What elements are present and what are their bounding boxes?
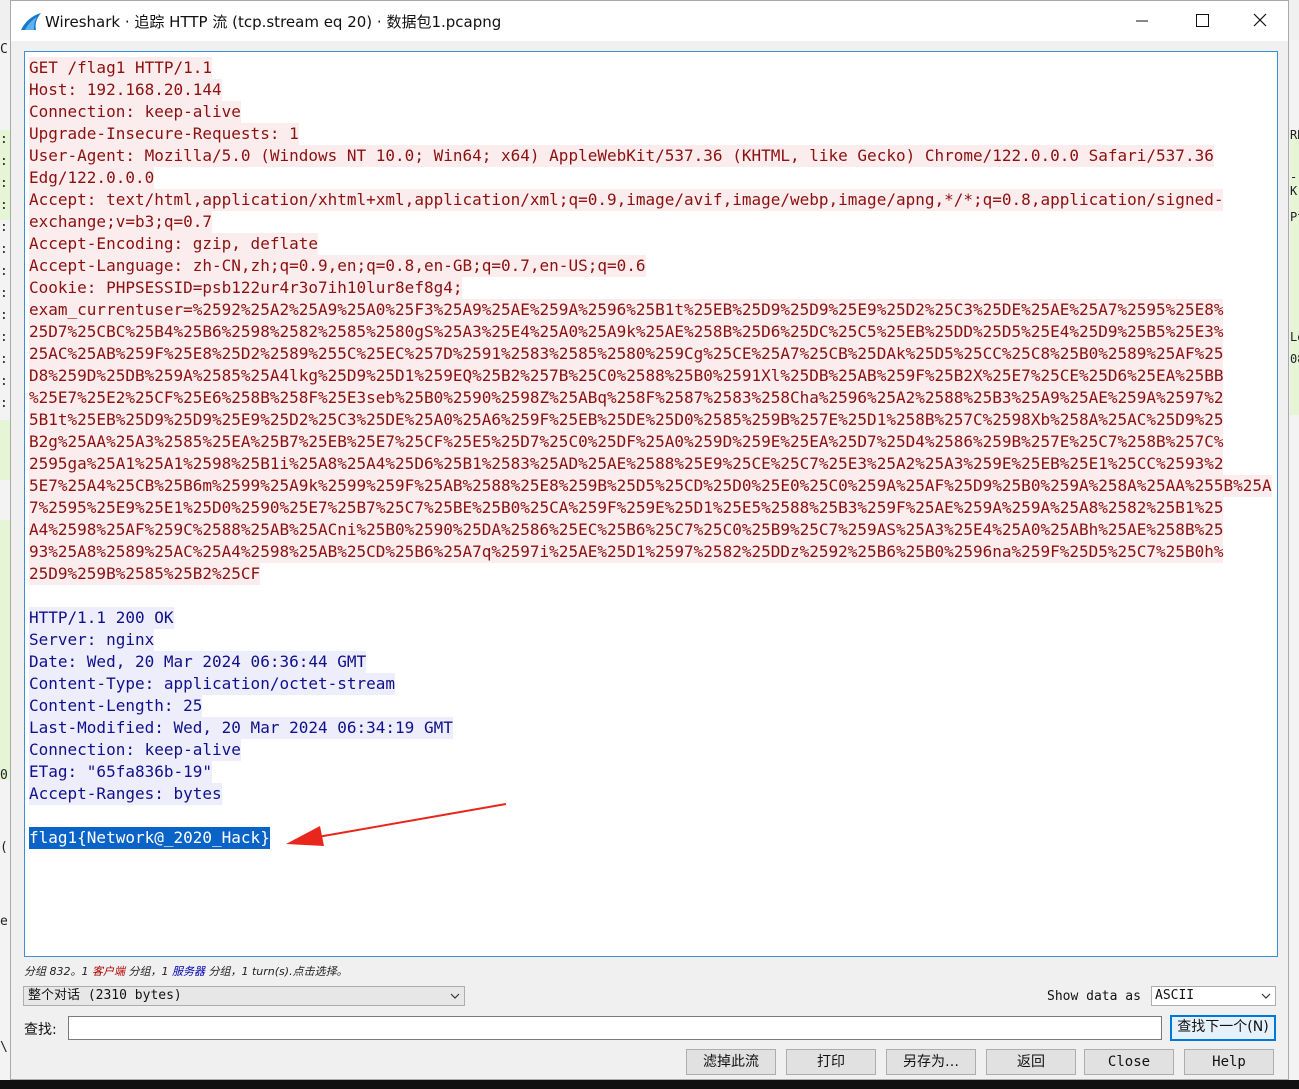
red-arrow-annotation — [286, 803, 507, 846]
background-text-fragment: C — [0, 42, 8, 57]
maximize-icon[interactable] — [1177, 1, 1227, 41]
background-text-fragment: : — [0, 330, 8, 345]
wireshark-fin-icon — [21, 13, 41, 30]
background-text-fragment: e — [0, 914, 8, 929]
client-request-line: Accept-Encoding: gzip, deflate — [29, 233, 318, 255]
background-text-fragment: -K — [1290, 170, 1298, 198]
server-response-line: Accept-Ranges: bytes — [29, 783, 222, 805]
background-window-right: RN -K Pt Le 08 — [1290, 40, 1299, 1089]
background-text-fragment: \ — [0, 1040, 8, 1055]
client-request-line: GET /flag1 HTTP/1.1 — [29, 57, 213, 79]
background-text-fragment: : — [0, 396, 8, 411]
back-button[interactable]: 返回 — [986, 1049, 1076, 1075]
window-title: Wireshark · 追踪 HTTP 流 (tcp.stream eq 20)… — [45, 13, 502, 31]
client-request-line: 2595ga%25A1%25A1%2598%25B1i%25A8%25A4%25… — [29, 453, 1224, 475]
client-request-line: 5E7%25A4%25CB%25B6m%2599%25A9k%2599%259F… — [29, 475, 1272, 497]
server-response-line: Content-Type: application/octet-stream — [29, 673, 396, 695]
background-text-fragment: : — [0, 352, 8, 367]
server-response-line: ETag: "65fa836b-19" — [29, 761, 213, 783]
taskbar-edge — [0, 1080, 1299, 1089]
background-text-fragment: 08 — [1290, 352, 1299, 366]
background-row-highlight — [0, 420, 10, 480]
client-request-line: Accept: text/html,application/xhtml+xml,… — [29, 189, 1224, 211]
close-icon[interactable] — [1235, 1, 1285, 41]
client-request-line: Accept-Language: zh-CN,zh;q=0.9,en;q=0.8… — [29, 255, 646, 277]
client-request-line: D8%259D%25DB%259A%2585%25A4lkg%25D9%25D1… — [29, 365, 1224, 387]
stats-server-word: 服务器 — [172, 965, 205, 978]
follow-stream-dialog: Wireshark · 追踪 HTTP 流 (tcp.stream eq 20)… — [10, 0, 1289, 1080]
stats-part: 分组，1 — [125, 965, 172, 978]
client-request-line: Cookie: PHPSESSID=psb122ur4r3o7ih10lur8e… — [29, 277, 463, 299]
filter-out-stream-button[interactable]: 滤掉此流 — [686, 1049, 776, 1075]
find-next-button[interactable]: 查找下一个(N) — [1170, 1015, 1276, 1041]
print-button[interactable]: 打印 — [786, 1049, 876, 1075]
client-request-line: exam_currentuser=%2592%25A2%25A9%25A0%25… — [29, 299, 1224, 321]
client-request-line: Upgrade-Insecure-Requests: 1 — [29, 123, 299, 145]
conversation-select-value: 整个对话 (2310 bytes) — [28, 988, 182, 1003]
client-request-line: Connection: keep-alive — [29, 101, 241, 123]
stats-part: 分组 832。1 — [24, 965, 92, 978]
background-text-fragment: 0 — [0, 768, 8, 783]
background-text-fragment: : — [0, 220, 8, 235]
client-request-line: B2g%25AA%25A3%2585%25EA%25B7%25EB%25E7%2… — [29, 431, 1224, 453]
help-button[interactable]: Help — [1184, 1049, 1274, 1075]
show-data-as-value: ASCII — [1155, 988, 1195, 1003]
background-row-highlight — [0, 520, 10, 780]
background-text-fragment: Pt — [1290, 210, 1299, 224]
background-text-fragment: Le — [1290, 330, 1299, 344]
server-response-line: Server: nginx — [29, 629, 155, 651]
background-text-fragment: : — [0, 286, 8, 301]
stats-part: 分组，1 turn(s).点击选择。 — [205, 965, 348, 978]
background-text-fragment: : — [0, 264, 8, 279]
background-text-fragment: RN — [1290, 128, 1299, 142]
conversation-select[interactable]: 整个对话 (2310 bytes) — [23, 986, 465, 1006]
server-response-line: Last-Modified: Wed, 20 Mar 2024 06:34:19… — [29, 717, 453, 739]
server-response-line: Content-Length: 25 — [29, 695, 203, 717]
show-data-as-label: Show data as — [1047, 989, 1141, 1004]
find-label: 查找: — [24, 1022, 57, 1038]
client-request-line: Edg/122.0.0.0 — [29, 167, 155, 189]
background-text-fragment: : — [0, 374, 8, 389]
client-request-line: exchange;v=b3;q=0.7 — [29, 211, 213, 233]
background-text-fragment: : — [0, 242, 8, 257]
save-as-button[interactable]: 另存为… — [886, 1049, 976, 1075]
server-response-line: Date: Wed, 20 Mar 2024 06:36:44 GMT — [29, 651, 367, 673]
flag-body-line: flag1{Network@_2020_Hack} — [29, 827, 270, 849]
client-request-line: 93%25A8%2589%25AC%25A4%2598%25AB%25CD%25… — [29, 541, 1224, 563]
find-input[interactable] — [68, 1016, 1162, 1040]
background-text-fragment: ( — [0, 840, 8, 855]
chevron-down-icon — [1261, 993, 1271, 999]
stats-client-word: 客户端 — [92, 965, 125, 978]
show-data-as-select[interactable]: ASCII — [1151, 986, 1276, 1006]
background-text-fragment: : — [0, 154, 8, 169]
client-request-line: User-Agent: Mozilla/5.0 (Windows NT 10.0… — [29, 145, 1214, 167]
packet-stats-text: 分组 832。1 客户端 分组，1 服务器 分组，1 turn(s).点击选择。 — [24, 963, 348, 979]
client-request-line: 25D7%25CBC%25B4%25B6%2598%2582%2585%2580… — [29, 321, 1224, 343]
stream-content-area[interactable]: GET /flag1 HTTP/1.1 Host: 192.168.20.144 C… — [24, 51, 1278, 957]
background-text-fragment: : — [0, 198, 8, 213]
server-response-line: HTTP/1.1 200 OK — [29, 607, 174, 629]
background-text-fragment: : — [0, 132, 8, 147]
close-button[interactable]: Close — [1084, 1049, 1174, 1075]
background-window-left: C:::::::::::::0(e\ — [0, 40, 10, 1089]
client-request-line: 5B1t%25EB%25D9%25D9%25E9%25D2%25C3%25DE%… — [29, 409, 1224, 431]
client-request-line: 25AC%25AB%259F%25E8%25D2%2589%255C%25EC%… — [29, 343, 1224, 365]
minimize-icon[interactable] — [1117, 1, 1167, 41]
client-request-line: 7%2595%25E9%25E1%25D0%2590%25E7%25B7%25C… — [29, 497, 1224, 519]
background-text-fragment: : — [0, 308, 8, 323]
client-request-line: %25E7%25E2%25CF%25E6%258B%258F%25E3seb%2… — [29, 387, 1224, 409]
client-request-line: Host: 192.168.20.144 — [29, 79, 222, 101]
background-text-fragment: : — [0, 176, 8, 191]
chevron-down-icon — [450, 993, 460, 999]
title-bar[interactable]: Wireshark · 追踪 HTTP 流 (tcp.stream eq 20)… — [11, 1, 1288, 41]
client-request-line: A4%2598%25AF%259C%2588%25AB%25ACni%25B0%… — [29, 519, 1224, 541]
client-request-line: 25D9%259B%2585%25B2%25CF — [29, 563, 261, 585]
server-response-line: Connection: keep-alive — [29, 739, 241, 761]
